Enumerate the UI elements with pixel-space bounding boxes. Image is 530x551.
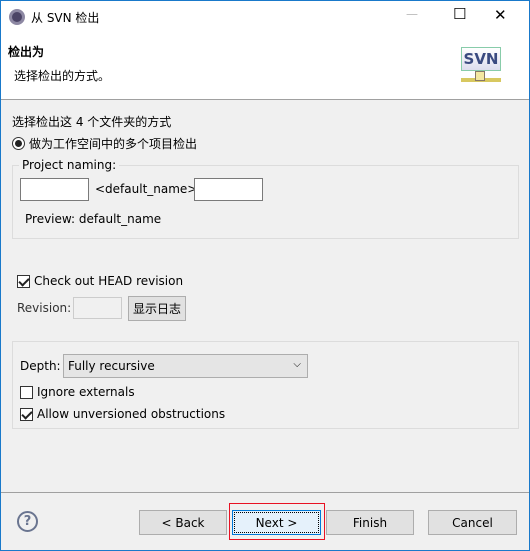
back-button[interactable]: < Back	[139, 510, 227, 535]
page-description: 选择检出的方式。	[14, 69, 111, 83]
default-name-label: <default_name>	[95, 182, 198, 196]
maximize-button[interactable]: ☐	[453, 5, 466, 23]
revision-label: Revision:	[17, 301, 72, 315]
chevron-down-icon: ⌵	[293, 359, 301, 370]
checkbox[interactable]	[20, 407, 33, 421]
depth-label: Depth:	[20, 359, 61, 373]
ignore-externals-label: Ignore externals	[37, 385, 135, 399]
help-icon[interactable]: ?	[17, 511, 38, 532]
wizard-header: 检出为 选择检出的方式。 SVN	[1, 33, 529, 100]
revision-input[interactable]	[73, 297, 122, 319]
ignore-externals-checkbox[interactable]: Ignore externals	[20, 385, 135, 399]
app-icon	[9, 9, 25, 25]
show-log-button[interactable]: 显示日志	[128, 296, 186, 321]
cancel-button[interactable]: Cancel	[428, 510, 517, 535]
project-naming-group	[12, 165, 519, 239]
project-naming-label: Project naming:	[19, 158, 120, 172]
allow-unversioned-label: Allow unversioned obstructions	[37, 407, 226, 421]
svn-logo-icon: SVN	[461, 45, 509, 85]
head-revision-checkbox[interactable]: Check out HEAD revision	[17, 274, 183, 288]
page-title: 检出为	[8, 45, 45, 59]
radio-button[interactable]	[12, 137, 25, 150]
next-button[interactable]: Next >	[232, 510, 321, 535]
radio-label: 做为工作空间中的多个项目检出	[29, 137, 198, 151]
footer-separator	[1, 492, 529, 493]
checkbox[interactable]	[17, 274, 30, 288]
finish-button[interactable]: Finish	[326, 510, 414, 535]
title-bar: 从 SVN 检出 — ☐ ✕	[1, 1, 529, 33]
head-revision-label: Check out HEAD revision	[34, 274, 184, 288]
intro-text: 选择检出这 4 个文件夹的方式	[12, 115, 172, 129]
project-suffix-input[interactable]	[194, 178, 263, 201]
checkout-multiple-radio[interactable]: 做为工作空间中的多个项目检出	[12, 135, 197, 152]
allow-unversioned-checkbox[interactable]: Allow unversioned obstructions	[20, 407, 225, 421]
close-button[interactable]: ✕	[494, 6, 507, 24]
project-prefix-input[interactable]	[20, 178, 89, 201]
depth-selected-value: Fully recursive	[68, 359, 155, 373]
preview-text: Preview: default_name	[25, 212, 162, 226]
window-title: 从 SVN 检出	[31, 11, 100, 25]
depth-select[interactable]: Fully recursive ⌵	[63, 354, 308, 378]
svn-checkout-dialog: 从 SVN 检出 — ☐ ✕ 检出为 选择检出的方式。 SVN 选择检出这 4 …	[0, 0, 530, 551]
checkbox[interactable]	[20, 385, 33, 399]
minimize-button[interactable]: —	[406, 7, 418, 21]
